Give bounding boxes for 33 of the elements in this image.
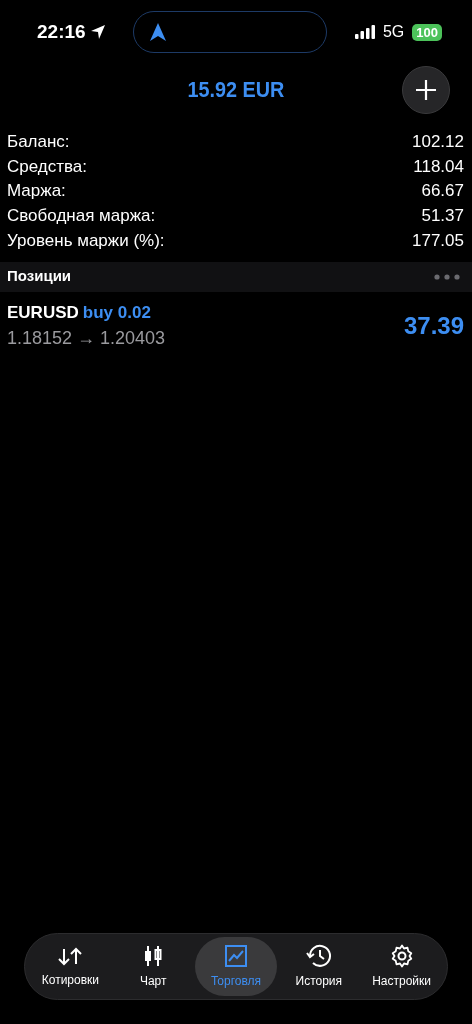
signal-icon <box>354 25 375 39</box>
summary-label: Маржа: <box>7 180 66 203</box>
status-time: 22:16 <box>37 19 86 44</box>
network-label: 5G <box>382 22 405 42</box>
plus-icon <box>415 79 437 101</box>
line-chart-icon <box>224 943 248 968</box>
tab[interactable]: Торговля <box>194 937 278 996</box>
summary-label: Средства: <box>7 155 88 178</box>
summary-value: 177.05 <box>412 229 464 252</box>
position-symbol: EURUSD <box>7 301 79 324</box>
battery-indicator: 100 <box>412 23 442 41</box>
summary-value: 51.37 <box>421 205 464 228</box>
tab[interactable]: Чарт <box>111 937 195 996</box>
summary-value: 102.12 <box>412 131 464 153</box>
tab[interactable]: Настройки <box>360 937 443 996</box>
tab[interactable]: Котировки <box>29 937 112 996</box>
summary-label: Уровень маржи (%): <box>7 229 165 252</box>
settings-icon <box>389 943 414 968</box>
summary-label: Свободная маржа: <box>7 205 156 228</box>
position-prices: 1.18152 → 1.20403 <box>7 327 166 350</box>
summary-value: 118.04 <box>413 155 464 178</box>
summary-value: 66.67 <box>421 180 464 203</box>
navigation-icon <box>150 23 167 41</box>
history-icon <box>305 943 332 968</box>
position-profit: 37.39 <box>403 310 464 341</box>
location-icon <box>89 24 106 40</box>
tab[interactable]: История <box>277 937 361 996</box>
summary-label: Баланс: <box>7 131 70 153</box>
balance-amount: 15.92 EUR <box>187 75 285 104</box>
position-side: buy 0.02 <box>82 301 151 324</box>
section-title: Позиции <box>7 266 72 287</box>
more-icon[interactable] <box>434 273 460 280</box>
add-button[interactable] <box>402 66 450 114</box>
